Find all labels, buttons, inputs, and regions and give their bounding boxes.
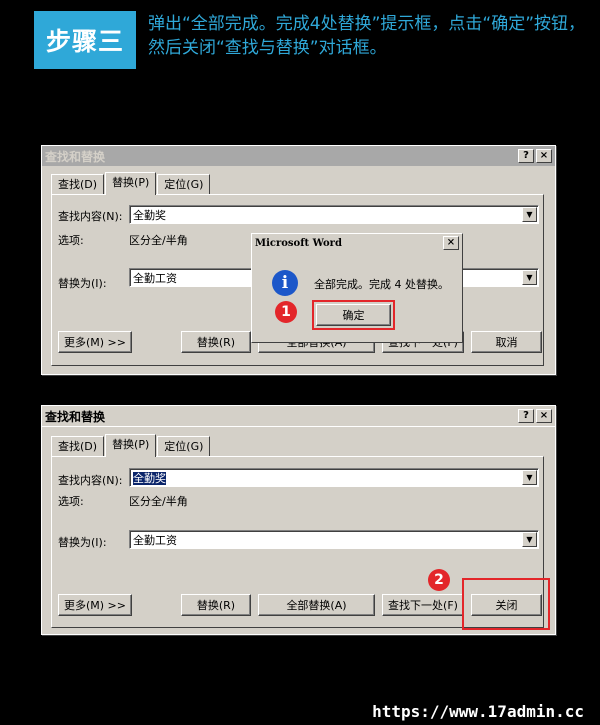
replace-value: 全勤工资 xyxy=(133,272,177,285)
step-marker-1: 1 xyxy=(275,301,297,323)
msgbox-titlebar: Microsoft Word × xyxy=(252,234,462,252)
options-label: 选项: xyxy=(58,234,84,247)
find-label: 查找内容(N): xyxy=(58,210,123,223)
close-icon[interactable]: × xyxy=(443,236,459,250)
tab-find[interactable]: 查找(D) xyxy=(51,174,105,195)
step-badge: 步骤三 xyxy=(34,11,136,69)
tab-find[interactable]: 查找(D) xyxy=(51,436,105,457)
chevron-down-icon[interactable]: ▼ xyxy=(522,207,537,222)
cancel-button[interactable]: 取消 xyxy=(471,331,542,353)
close-icon[interactable]: × xyxy=(536,149,552,163)
options-value: 区分全/半角 xyxy=(129,234,188,247)
chevron-down-icon[interactable]: ▼ xyxy=(522,470,537,485)
close-icon[interactable]: × xyxy=(536,409,552,423)
highlight-box-ok xyxy=(312,300,395,330)
find-next-button[interactable]: 查找下一处(F) xyxy=(382,594,464,616)
tab-goto[interactable]: 定位(G) xyxy=(157,174,211,195)
find-replace-dialog-2: 查找和替换 ? × 查找(D) 替换(P) 定位(G) 查找内容(N): 全勤奖… xyxy=(41,405,556,635)
tab-replace[interactable]: 替换(P) xyxy=(105,172,157,195)
more-button[interactable]: 更多(M) >> xyxy=(58,594,132,616)
more-button[interactable]: 更多(M) >> xyxy=(58,331,132,353)
find-input[interactable]: 全勤奖 ▼ xyxy=(129,468,539,487)
msgbox-title: Microsoft Word xyxy=(255,237,342,249)
highlight-box-close xyxy=(462,578,550,630)
help-icon[interactable]: ? xyxy=(518,149,534,163)
replace-label: 替换为(I): xyxy=(58,277,107,290)
watermark: https://www.17admin.cc xyxy=(372,702,584,721)
help-icon[interactable]: ? xyxy=(518,409,534,423)
chevron-down-icon[interactable]: ▼ xyxy=(522,532,537,547)
find-value-selected: 全勤奖 xyxy=(133,472,166,485)
dialog-titlebar: 查找和替换 ? × xyxy=(42,146,555,166)
replace-value: 全勤工资 xyxy=(133,534,177,547)
replace-button[interactable]: 替换(R) xyxy=(181,594,251,616)
replace-label: 替换为(I): xyxy=(58,536,107,549)
tab-goto[interactable]: 定位(G) xyxy=(157,436,211,457)
dialog-titlebar: 查找和替换 ? × xyxy=(42,406,555,427)
chevron-down-icon[interactable]: ▼ xyxy=(522,270,537,285)
replace-input[interactable]: 全勤工资 ▼ xyxy=(129,530,539,549)
replace-all-button[interactable]: 全部替换(A) xyxy=(258,594,375,616)
msgbox-message: 全部完成。完成 4 处替换。 xyxy=(314,278,449,291)
info-icon: i xyxy=(272,270,298,296)
replace-button[interactable]: 替换(R) xyxy=(181,331,251,353)
options-label: 选项: xyxy=(58,495,84,508)
dialog-title: 查找和替换 xyxy=(45,149,106,164)
tab-replace[interactable]: 替换(P) xyxy=(105,434,157,457)
find-input[interactable]: 全勤奖 ▼ xyxy=(129,205,539,224)
options-value: 区分全/半角 xyxy=(129,495,188,508)
find-value: 全勤奖 xyxy=(133,209,166,222)
find-label: 查找内容(N): xyxy=(58,474,123,487)
dialog-title: 查找和替换 xyxy=(45,409,106,424)
message-box: Microsoft Word × i 全部完成。完成 4 处替换。 确定 1 xyxy=(251,233,463,343)
instruction-text: 弹出“全部完成。完成4处替换”提示框，点击“确定”按钮，然后关闭“查找与替换”对… xyxy=(148,14,586,58)
step-marker-2: 2 xyxy=(428,569,450,591)
